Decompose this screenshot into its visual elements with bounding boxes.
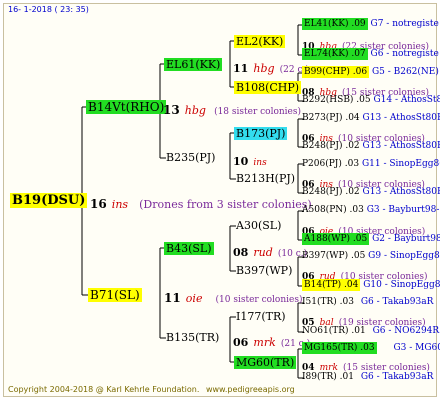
ddd-line: 04 mrk (15 sister colonies) — [302, 357, 430, 373]
sd-line-label: ins — [253, 158, 266, 168]
leaf-4-extra: G14 - AthosSt80R — [374, 95, 440, 105]
leaf-1-extra: G7 - notregiste — [371, 19, 439, 29]
leaf-2-name: EL74(KK) .07 — [302, 48, 368, 60]
queen-ss[interactable]: EL61(KK) — [164, 58, 222, 71]
ds-line-label: rud — [253, 246, 272, 259]
leaf-12-name: B14(TP) .04 — [302, 279, 360, 291]
leaf-12-extra: G10 - SinopEgg86R — [363, 280, 440, 290]
leaf-9-extra: G3 - Bayburt98-3 — [367, 205, 440, 215]
leaf-15[interactable]: MG165(TR) .03 G3 - MG60R — [302, 344, 440, 353]
leaf-12[interactable]: B14(TP) .04 G10 - SinopEgg86R — [302, 281, 440, 290]
dd-line: 06 mrk (21 c.) — [233, 333, 310, 349]
leaf-10-name: A188(WP) .05 — [302, 233, 369, 245]
leaf-7[interactable]: P206(PJ) .03 G11 - SinopEgg86R — [302, 160, 440, 169]
leaf-14[interactable]: NO61(TR) .01 G6 - NO6294R — [302, 327, 439, 336]
queen-dss[interactable]: A30(SL) — [236, 220, 281, 231]
queen-root[interactable]: B19(DSU) — [10, 193, 87, 208]
ss-line: 11 hbg (22 c.) — [233, 59, 309, 75]
leaf-1-name: EL41(KK) .09 — [302, 18, 368, 30]
leaf-5-name: B273(PJ) .04 — [302, 113, 360, 123]
leaf-6[interactable]: B248(PJ) .02 G13 - AthosSt80R — [302, 142, 440, 151]
sire-line-label: hbg — [185, 104, 206, 117]
leaf-5[interactable]: B273(PJ) .04 G13 - AthosSt80R — [302, 114, 440, 123]
root-line: 16 ins (Drones from 3 sister colonies) — [90, 195, 312, 211]
sire-line-note: (18 sister colonies) — [214, 107, 301, 117]
leaf-2[interactable]: EL74(KK) .07 G6 - notregiste — [302, 50, 439, 59]
leaf-9[interactable]: A508(PN) .03 G3 - Bayburt98-3 — [302, 206, 440, 215]
leaf-11[interactable]: B397(WP) .05 G9 - SinopEgg86R — [302, 252, 440, 261]
leaf-15-name: MG165(TR) .03 — [302, 342, 377, 354]
ss-line-label: hbg — [253, 62, 274, 75]
leaf-8-name: B248(PJ) .02 — [302, 187, 360, 197]
footer-url[interactable]: www.pedigreeapis.org — [206, 385, 295, 394]
dam-line-num: 11 — [164, 291, 181, 305]
leaf-8-extra: G13 - AthosSt80R — [363, 187, 440, 197]
leaf-14-name: NO61(TR) .01 — [302, 326, 366, 336]
ss-line-num: 11 — [233, 62, 248, 75]
queen-dsd[interactable]: B397(WP) — [236, 265, 292, 276]
leaf-16[interactable]: I89(TR) .01 G6 - Takab93aR — [302, 373, 433, 382]
dam-line-note: (10 sister colonies) — [216, 295, 303, 305]
sire-line: 13 hbg (18 sister colonies) — [163, 101, 301, 117]
queen-sdd[interactable]: B213H(PJ) — [236, 173, 295, 184]
leaf-1[interactable]: EL41(KK) .09 G7 - notregiste — [302, 20, 439, 29]
queen-sss[interactable]: EL2(KK) — [234, 35, 285, 48]
leaf-10[interactable]: A188(WP) .05 G2 - Bayburt98-3 — [302, 235, 440, 244]
report-date: 16- 1-2018 ( 23: 35) — [8, 6, 89, 14]
leaf-16-extra: G6 - Takab93aR — [361, 372, 434, 382]
leaf-13-name: I51(TR) .03 — [302, 297, 354, 307]
queen-dam[interactable]: B71(SL) — [88, 288, 142, 302]
leaf-4[interactable]: B292(HSB) .05 G14 - AthosSt80R — [302, 96, 440, 105]
leaf-13[interactable]: I51(TR) .03 G6 - Takab93aR — [302, 298, 433, 307]
sd-line-num: 10 — [233, 155, 248, 168]
leaf-8[interactable]: B248(PJ) .02 G13 - AthosSt80R — [302, 188, 440, 197]
ds-line: 08 rud (10 c.) — [233, 243, 307, 259]
queen-ssd[interactable]: B108(CHP) — [234, 81, 301, 94]
leaf-11-extra: G9 - SinopEgg86R — [368, 251, 440, 261]
footer-copyright: Copyright 2004-2018 @ Karl Kehrle Founda… — [8, 385, 199, 394]
leaf-14-extra: G6 - NO6294R — [373, 326, 440, 336]
leaf-3[interactable]: B99(CHP) .06 G5 - B262(NE) — [302, 68, 439, 77]
footer: Copyright 2004-2018 @ Karl Kehrle Founda… — [8, 386, 295, 394]
leaf-7-extra: G11 - SinopEgg86R — [362, 159, 440, 169]
dam-line-label: oie — [186, 292, 203, 305]
pedigree-chart: 16- 1-2018 ( 23: 35) B19(DSU) 16 ins (Dr… — [4, 4, 436, 396]
queen-ddd[interactable]: MG60(TR) — [234, 356, 296, 369]
sire-line-num: 13 — [163, 103, 180, 117]
leaf-9-name: A508(PN) .03 — [302, 205, 364, 215]
ds-line-num: 08 — [233, 246, 248, 259]
root-line-label: ins — [112, 198, 128, 211]
leaf-2-extra: G6 - notregiste — [371, 49, 439, 59]
leaf-5-extra: G13 - AthosSt80R — [363, 113, 440, 123]
leaf-3-extra: G5 - B262(NE) — [372, 67, 439, 77]
leaf-11-name: B397(WP) .05 — [302, 251, 365, 261]
queen-ds[interactable]: B43(SL) — [164, 242, 214, 255]
leaf-10-extra: G2 - Bayburt98-3 — [372, 234, 440, 244]
leaf-3-name: B99(CHP) .06 — [302, 66, 369, 78]
queen-dd[interactable]: B135(TR) — [166, 332, 219, 343]
queen-dds[interactable]: I177(TR) — [236, 311, 286, 322]
leaf-6-extra: G13 - AthosSt80R — [363, 141, 440, 151]
leaf-4-name: B292(HSB) .05 — [302, 95, 371, 105]
queen-sds[interactable]: B173(PJ) — [234, 127, 287, 140]
root-line-num: 16 — [90, 197, 107, 211]
queen-sd[interactable]: B235(PJ) — [166, 152, 215, 163]
leaf-15-extra: G3 - MG60R — [393, 343, 440, 353]
leaf-13-extra: G6 - Takab93aR — [361, 297, 434, 307]
leaf-6-name: B248(PJ) .02 — [302, 141, 360, 151]
root-line-note: (Drones from 3 sister colonies) — [139, 198, 312, 211]
leaf-16-name: I89(TR) .01 — [302, 372, 354, 382]
dam-line: 11 oie (10 sister colonies) — [164, 289, 302, 305]
sd-line: 10 ins — [233, 152, 267, 168]
leaf-7-name: P206(PJ) .03 — [302, 159, 359, 169]
queen-sire[interactable]: B14Vt(RHO) — [86, 100, 166, 114]
dd-line-num: 06 — [233, 336, 248, 349]
dd-line-label: mrk — [253, 336, 275, 349]
